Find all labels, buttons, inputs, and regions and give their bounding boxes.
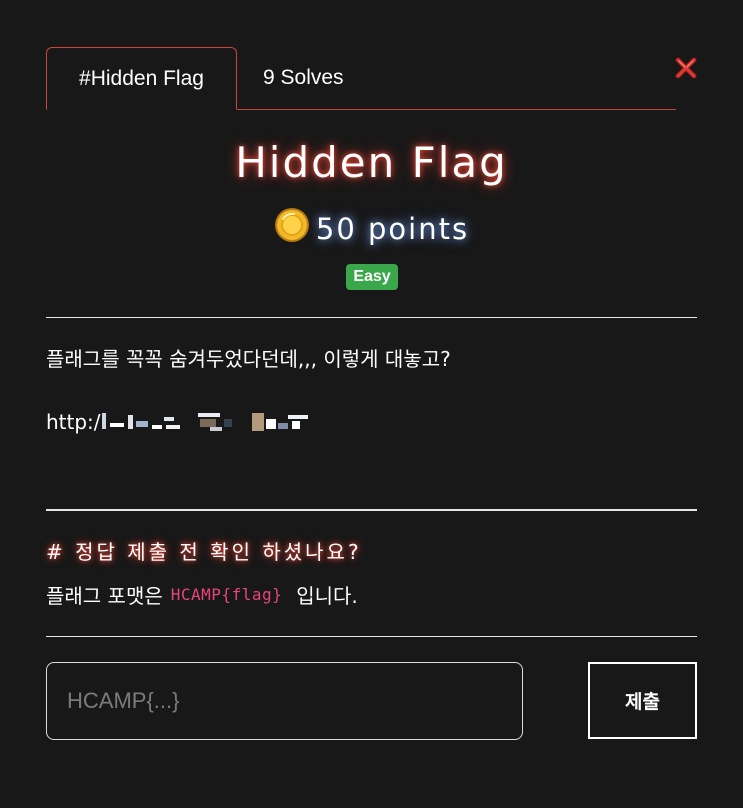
tab-solves[interactable]: 9 Solves: [263, 47, 344, 109]
close-button[interactable]: [674, 56, 698, 80]
difficulty-badge: Easy: [346, 264, 398, 290]
challenge-points: 50 points: [0, 207, 743, 246]
challenge-description: 플래그를 꼭꼭 숨겨두었다던데,,, 이렇게 대놓고?: [46, 347, 451, 371]
challenge-modal: #Hidden Flag 9 Solves Hidden Flag 50 poi…: [0, 0, 743, 808]
submit-button[interactable]: 제출: [588, 662, 697, 739]
flag-format-code: HCAMP{flag}: [170, 585, 283, 604]
tab-solves-label: 9 Solves: [263, 66, 344, 89]
flag-input[interactable]: [46, 662, 523, 740]
divider-bottom: [46, 636, 697, 637]
redacted-url: [101, 411, 314, 433]
notice-heading: # 정답 제출 전 확인 하셨나요?: [46, 540, 362, 564]
challenge-tabs: #Hidden Flag 9 Solves: [46, 47, 676, 110]
flag-format-notice: 플래그 포맷은 HCAMP{flag} 입니다.: [46, 580, 358, 609]
challenge-title: Hidden Flag: [235, 138, 508, 187]
divider-middle: [46, 509, 697, 511]
close-icon: [675, 57, 697, 79]
divider-top: [46, 317, 697, 318]
challenge-url[interactable]: http:/: [46, 408, 314, 436]
format-prefix: 플래그 포맷은: [46, 584, 163, 608]
tab-challenge[interactable]: #Hidden Flag: [46, 47, 237, 110]
tab-challenge-label: #Hidden Flag: [79, 67, 204, 90]
format-suffix: 입니다.: [296, 584, 358, 608]
coin-icon: [274, 208, 309, 242]
url-prefix: http:/: [46, 410, 101, 434]
points-label: 50 points: [315, 212, 470, 246]
